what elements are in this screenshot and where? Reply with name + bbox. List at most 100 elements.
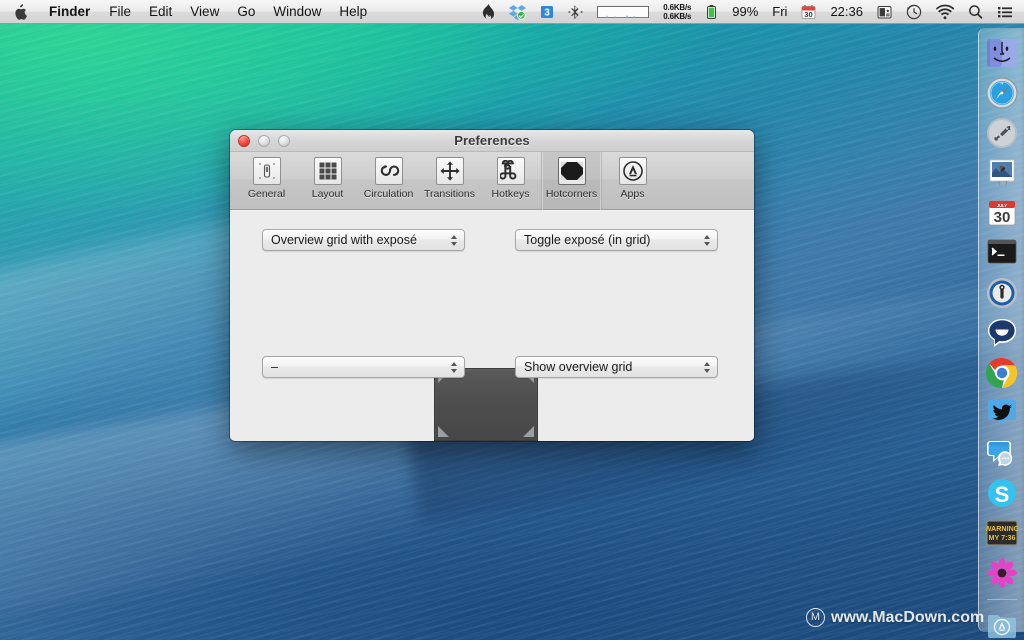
photos-flower-icon xyxy=(986,558,1017,588)
bottom-right-corner-action-value: Show overview grid xyxy=(524,360,633,374)
bottom-left-corner-action-popup[interactable]: – xyxy=(262,356,465,378)
apple-menu-button[interactable] xyxy=(0,0,39,23)
status-network-speed[interactable]: 0.6KB/s 0.6KB/s xyxy=(656,0,698,23)
dock-icon-1password[interactable] xyxy=(985,276,1019,310)
menu-item-edit[interactable]: Edit xyxy=(140,0,181,23)
clock-label: 22:36 xyxy=(830,4,863,19)
toolbar-item-layout[interactable]: Layout xyxy=(297,152,358,210)
menu-item-go[interactable]: Go xyxy=(228,0,264,23)
dock-icon-messages[interactable] xyxy=(985,436,1024,470)
bottom-right-corner-action-popup[interactable]: Show overview grid xyxy=(515,356,718,378)
notification-center-icon xyxy=(998,6,1012,17)
status-input-source[interactable] xyxy=(870,0,899,23)
status-bluetooth[interactable] xyxy=(561,0,590,23)
warning-line-1: WARNING xyxy=(986,524,1018,533)
dock-icon-skype[interactable]: S xyxy=(985,476,1019,510)
four-way-arrows-icon xyxy=(435,156,465,186)
menu-item-view[interactable]: View xyxy=(181,0,228,23)
dock-icon-preview[interactable] xyxy=(985,156,1024,190)
toolbar-item-hotcorners[interactable]: Hotcorners xyxy=(541,152,602,210)
terminal-icon xyxy=(987,239,1016,264)
battery-icon xyxy=(707,4,717,19)
status-calendar[interactable]: 30 xyxy=(794,0,823,23)
svg-text:S: S xyxy=(994,482,1009,507)
menu-bar-status-area: 3 0.6KB/s 0.6KB/s 99% Fri 30 22:36 xyxy=(475,0,1024,23)
menu-bar: Finder File Edit View Go Window Help 3 0… xyxy=(0,0,1024,24)
dock-separator xyxy=(986,599,1017,600)
net-upload-speed: 0.6KB/s xyxy=(663,11,692,21)
network-activity-graph-icon xyxy=(597,5,650,18)
status-network-graph[interactable] xyxy=(590,0,656,23)
status-spotlight[interactable] xyxy=(961,0,990,23)
svg-text:30: 30 xyxy=(805,10,813,19)
menu-item-window[interactable]: Window xyxy=(264,0,330,23)
menu-item-app-name[interactable]: Finder xyxy=(39,0,100,23)
chevron-updown-icon xyxy=(699,357,717,377)
window-titlebar[interactable]: Preferences xyxy=(230,130,754,152)
toolbar-item-transitions[interactable]: Transitions xyxy=(419,152,480,210)
flame-icon xyxy=(483,3,495,19)
toolbar-item-circulation[interactable]: Circulation xyxy=(358,152,419,210)
menu-item-help[interactable]: Help xyxy=(330,0,376,23)
calendar-day-label: 30 xyxy=(993,209,1010,226)
bluetooth-icon xyxy=(568,4,583,19)
calendar-icon: 30 xyxy=(802,4,816,19)
messages-icon xyxy=(986,441,1012,466)
menu-item-file[interactable]: File xyxy=(100,0,140,23)
status-battery[interactable] xyxy=(698,0,725,23)
status-notification-center[interactable] xyxy=(990,0,1020,23)
close-button[interactable] xyxy=(238,135,250,147)
dock-icon-photos[interactable] xyxy=(985,556,1024,590)
chrome-icon xyxy=(985,357,1017,389)
dock-icon-applications[interactable] xyxy=(985,609,1019,640)
status-battery-percent[interactable]: 99% xyxy=(725,0,765,23)
window-controls xyxy=(238,135,290,147)
toolbar-label-circulation: Circulation xyxy=(363,188,414,200)
finder-icon xyxy=(986,39,1017,67)
dock-icon-finder[interactable] xyxy=(985,36,1024,70)
hotcorners-pane: Overview grid with exposé Toggle exposé … xyxy=(230,210,754,441)
dock-icon-safari[interactable]: N xyxy=(985,76,1024,110)
dock-icon-twitter[interactable] xyxy=(985,396,1024,430)
status-clock[interactable]: 22:36 xyxy=(823,0,870,23)
dock-icon-launchpad[interactable] xyxy=(985,116,1019,150)
blue-badge-3-icon: 3 xyxy=(541,5,554,18)
toolbar-item-hotkeys[interactable]: Hotkeys xyxy=(480,152,541,210)
minimize-button[interactable] xyxy=(258,135,270,147)
toolbar-item-apps[interactable]: Apps xyxy=(602,152,663,210)
screen-corner-preview[interactable] xyxy=(434,368,538,441)
hotcorners-icon xyxy=(557,156,587,186)
calendar-month-label: JULY xyxy=(996,203,1007,208)
chevron-updown-icon xyxy=(699,230,717,250)
status-flame[interactable] xyxy=(475,0,502,23)
status-wifi[interactable] xyxy=(929,0,961,23)
dock-icon-warning[interactable]: WARNING MY 7:36 xyxy=(985,516,1024,550)
chat-bubble-icon xyxy=(987,319,1016,347)
toolbar-label-layout: Layout xyxy=(311,188,344,200)
zoom-button[interactable] xyxy=(278,135,290,147)
search-icon xyxy=(969,4,983,19)
top-right-corner-action-popup[interactable]: Toggle exposé (in grid) xyxy=(515,229,718,251)
toolbar-item-general[interactable]: General xyxy=(236,152,297,210)
preferences-window: Preferences General Layout Circulation T… xyxy=(230,130,754,441)
status-dropbox[interactable] xyxy=(502,0,533,23)
dock-icon-chrome[interactable] xyxy=(985,356,1019,390)
wifi-icon xyxy=(936,4,954,19)
preferences-toolbar: General Layout Circulation Transitions H… xyxy=(230,152,754,210)
dock-icon-calendar[interactable]: JULY 30 xyxy=(985,196,1019,230)
top-left-corner-action-popup[interactable]: Overview grid with exposé xyxy=(262,229,465,251)
preview-corner-bottom-left xyxy=(438,426,449,437)
time-machine-icon xyxy=(906,4,922,19)
apple-logo-icon xyxy=(15,3,27,20)
dock-icon-terminal[interactable] xyxy=(985,236,1019,270)
window-title: Preferences xyxy=(454,133,530,148)
status-day[interactable]: Fri xyxy=(765,0,794,23)
warning-line-2: MY 7:36 xyxy=(988,533,1015,542)
dock-icon-chat[interactable] xyxy=(985,316,1024,350)
status-time-machine[interactable] xyxy=(899,0,929,23)
menu-bar-left: Finder File Edit View Go Window Help xyxy=(0,0,376,23)
launchpad-icon xyxy=(986,118,1017,148)
svg-text:N: N xyxy=(1000,80,1003,85)
status-badge-3[interactable]: 3 xyxy=(533,0,561,23)
day-label: Fri xyxy=(772,4,788,19)
